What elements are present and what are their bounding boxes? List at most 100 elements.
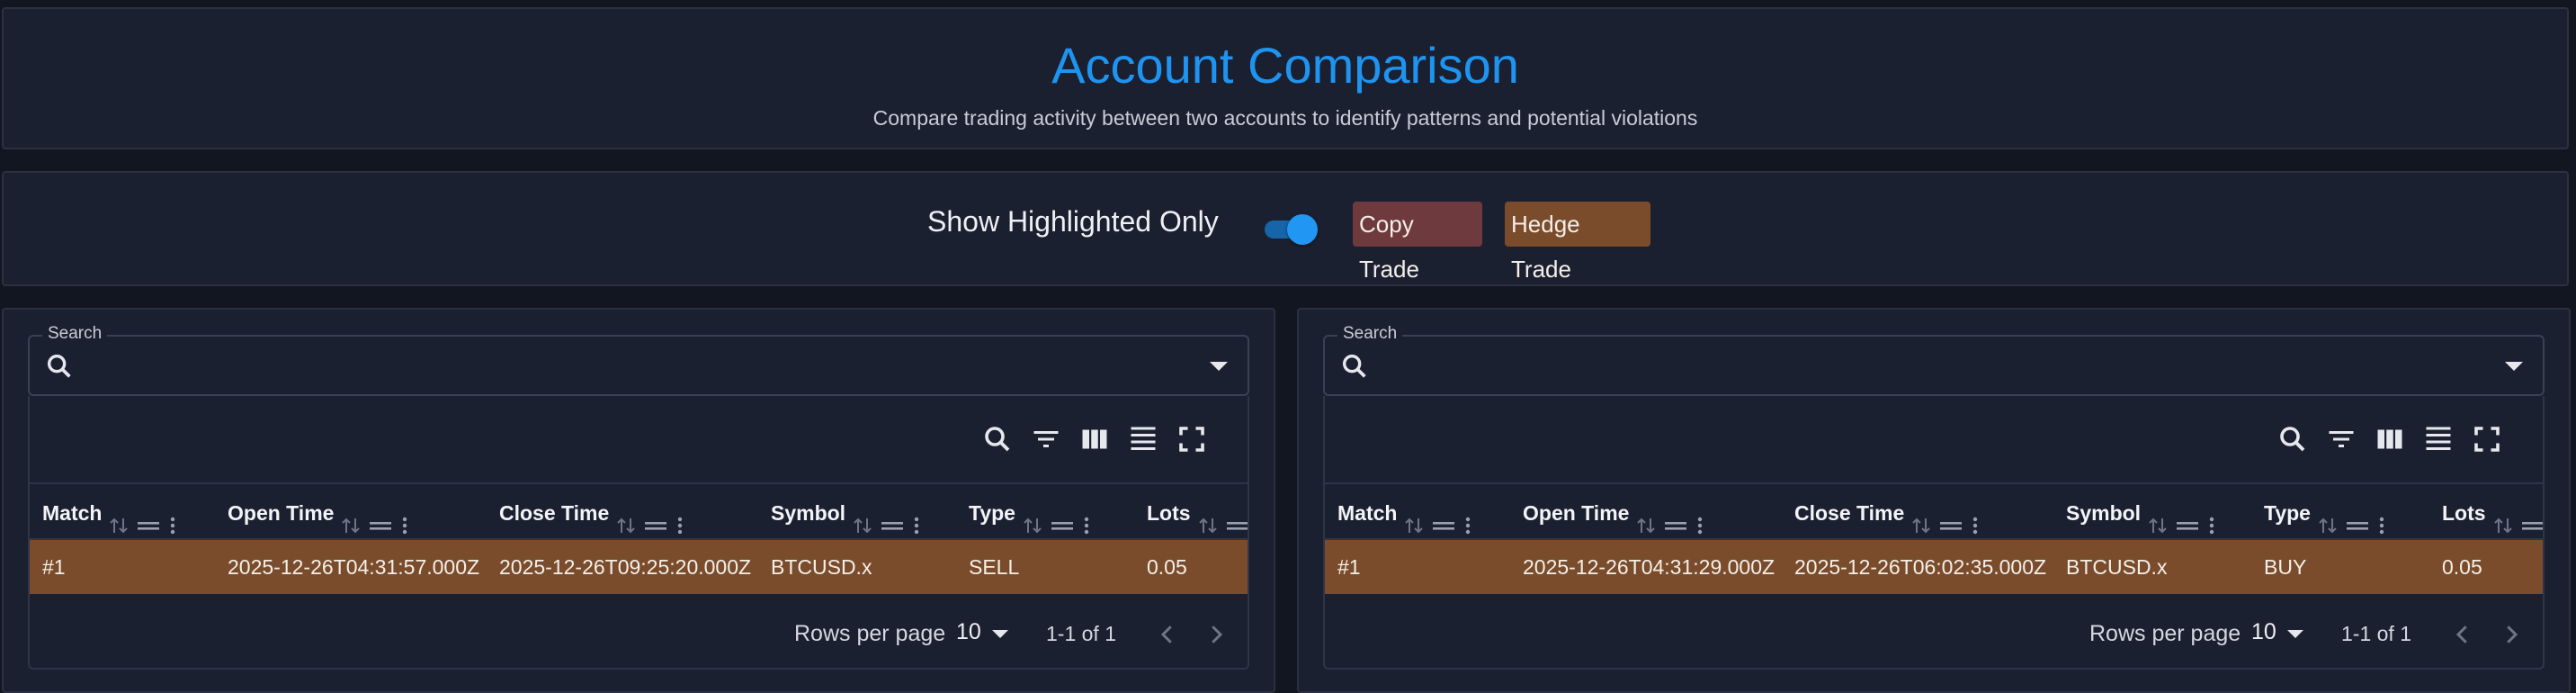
column-header-label: Open Time (1523, 500, 1630, 525)
column-header-label: Match (42, 500, 103, 525)
column-menu-icon[interactable] (2207, 502, 2216, 535)
column-header-label: Open Time (228, 500, 335, 525)
column-header-symbol[interactable]: Symbol (771, 484, 921, 538)
page-title: Account Comparison (1051, 37, 1519, 94)
search-field[interactable]: Search (1323, 324, 2545, 396)
column-resize-icon[interactable] (136, 502, 161, 530)
column-menu-icon[interactable] (1971, 502, 1980, 535)
column-menu-icon[interactable] (1695, 502, 1704, 535)
toolbar-filter-icon[interactable] (2325, 423, 2357, 455)
column-header-row: Match Open Time Close Time Symbol Type Lots (30, 484, 1248, 540)
close-time-cell: 2025-12-26T09:25:20.000Z (499, 555, 752, 579)
table-row[interactable]: #1 2025-12-26T04:31:57.000Z 2025-12-26T09:… (30, 540, 1248, 594)
column-header-close-time[interactable]: Close Time (499, 484, 684, 538)
column-header-match[interactable]: Match (42, 484, 177, 538)
column-resize-icon[interactable] (1225, 502, 1248, 530)
column-header-lots[interactable]: Lots (1147, 484, 1248, 538)
column-header-match[interactable]: Match (1337, 484, 1472, 538)
column-resize-icon[interactable] (1050, 502, 1075, 530)
sort-icon[interactable] (1636, 502, 1656, 534)
rows-per-page-select[interactable]: 10 (2251, 619, 2276, 645)
toolbar-density-icon[interactable] (2422, 423, 2455, 455)
column-resize-icon[interactable] (643, 502, 668, 530)
search-dropdown-arrow-icon[interactable] (2505, 362, 2523, 371)
toolbar-search-icon[interactable] (2276, 423, 2309, 455)
previous-page-button[interactable] (2449, 621, 2476, 648)
search-icon (44, 351, 75, 382)
toolbar-fullscreen-icon[interactable] (1176, 423, 1208, 455)
toolbar-search-icon[interactable] (981, 423, 1014, 455)
rows-per-page-select[interactable]: 10 (956, 619, 981, 645)
rows-per-page-arrow-icon[interactable] (992, 630, 1008, 638)
column-header-label: Match (1337, 500, 1398, 525)
column-menu-icon[interactable] (912, 502, 921, 535)
header-panel: Account Comparison Compare trading activ… (2, 7, 2569, 149)
sort-icon[interactable] (2318, 502, 2338, 534)
column-header-type[interactable]: Type (969, 484, 1091, 538)
column-resize-icon[interactable] (368, 502, 393, 530)
column-header-open-time[interactable]: Open Time (1523, 484, 1704, 538)
grid-toolbar (30, 396, 1248, 484)
search-field[interactable]: Search (28, 324, 1249, 396)
sort-icon[interactable] (1911, 502, 1931, 534)
column-header-label: Close Time (499, 500, 610, 525)
sort-icon[interactable] (109, 502, 129, 534)
column-resize-icon[interactable] (880, 502, 905, 530)
previous-page-button[interactable] (1154, 621, 1181, 648)
column-resize-icon[interactable] (1938, 502, 1963, 530)
column-menu-icon[interactable] (400, 502, 409, 535)
left-account-table-card: Search Match Open Time Close Time Symbol Type… (2, 308, 1275, 693)
column-header-symbol[interactable]: Symbol (2066, 484, 2216, 538)
open-time-cell: 2025-12-26T04:31:57.000Z (228, 555, 480, 579)
page-info: 1-1 of 1 (2341, 622, 2411, 645)
copy-trade-legend: Copy Trade (1353, 202, 1482, 283)
grid-toolbar (1325, 396, 2543, 484)
rows-per-page-arrow-icon[interactable] (2287, 630, 2303, 638)
sort-icon[interactable] (616, 502, 636, 534)
column-header-open-time[interactable]: Open Time (228, 484, 409, 538)
toggle-label: Show Highlighted Only (927, 205, 1219, 238)
table-row[interactable]: #1 2025-12-26T04:31:29.000Z 2025-12-26T06:… (1325, 540, 2543, 594)
symbol-cell: BTCUSD.x (771, 555, 872, 579)
column-header-row: Match Open Time Close Time Symbol Type Lots (1325, 484, 2543, 540)
toolbar-density-icon[interactable] (1127, 423, 1159, 455)
column-menu-icon[interactable] (2377, 502, 2386, 535)
next-page-button[interactable] (1203, 621, 1230, 648)
column-header-label: Lots (1147, 500, 1191, 525)
column-header-close-time[interactable]: Close Time (1794, 484, 1980, 538)
sort-icon[interactable] (2148, 502, 2168, 534)
show-highlighted-toggle[interactable] (1263, 212, 1319, 245)
column-resize-icon[interactable] (2345, 502, 2370, 530)
column-menu-icon[interactable] (1082, 502, 1091, 535)
sort-icon[interactable] (1198, 502, 1218, 534)
right-account-table-card: Search Match Open Time Close Time Symbol Type… (1297, 308, 2571, 693)
toolbar-filter-icon[interactable] (1030, 423, 1062, 455)
column-header-type[interactable]: Type (2264, 484, 2386, 538)
sort-icon[interactable] (853, 502, 872, 534)
close-time-cell: 2025-12-26T06:02:35.000Z (1794, 555, 2047, 579)
sort-icon[interactable] (1404, 502, 1424, 534)
column-resize-icon[interactable] (2175, 502, 2200, 530)
pagination-footer: Rows per page 10 1-1 of 1 (30, 596, 1248, 668)
column-header-lots[interactable]: Lots (2442, 484, 2543, 538)
column-resize-icon[interactable] (2520, 502, 2543, 530)
hedge-trade-legend: Hedge Trade (1505, 202, 1650, 283)
match-cell: #1 (1337, 555, 1361, 579)
toolbar-columns-icon[interactable] (1078, 423, 1111, 455)
column-resize-icon[interactable] (1431, 502, 1456, 530)
column-menu-icon[interactable] (1463, 502, 1472, 535)
column-resize-icon[interactable] (1663, 502, 1688, 530)
toolbar-columns-icon[interactable] (2374, 423, 2406, 455)
search-dropdown-arrow-icon[interactable] (1210, 362, 1228, 371)
column-menu-icon[interactable] (168, 502, 177, 535)
column-menu-icon[interactable] (675, 502, 684, 535)
open-time-cell: 2025-12-26T04:31:29.000Z (1523, 555, 1775, 579)
next-page-button[interactable] (2498, 621, 2525, 648)
pagination-footer: Rows per page 10 1-1 of 1 (1325, 596, 2543, 668)
column-header-label: Symbol (771, 500, 846, 525)
toolbar-fullscreen-icon[interactable] (2471, 423, 2503, 455)
sort-icon[interactable] (2493, 502, 2513, 534)
sort-icon[interactable] (1023, 502, 1042, 534)
type-cell: SELL (969, 555, 1020, 579)
sort-icon[interactable] (341, 502, 361, 534)
